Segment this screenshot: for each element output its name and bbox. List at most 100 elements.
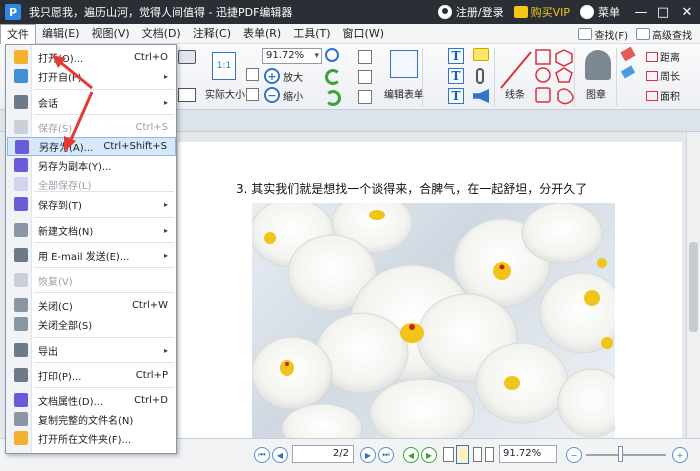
window-title: 我只愿我，遍历山河，觉得人间值得 - 迅捷PDF编辑器 bbox=[29, 6, 293, 19]
first-page-button[interactable]: ⏮ bbox=[254, 447, 270, 463]
prev-page-button[interactable]: ◀ bbox=[272, 447, 288, 463]
menu-separator bbox=[34, 337, 174, 338]
page-number-input[interactable]: 2/2 bbox=[292, 445, 354, 463]
menu-edit[interactable]: 编辑(E) bbox=[36, 24, 86, 44]
file-menu-item-save-to[interactable]: 保存到(T) ▸ bbox=[7, 195, 176, 214]
rotate-right-icon[interactable] bbox=[325, 90, 341, 106]
file-menu-item-send-email[interactable]: 用 E-mail 发送(E)... ▸ bbox=[7, 246, 176, 265]
minimize-button[interactable]: — bbox=[630, 0, 652, 24]
file-menu-item-open-from[interactable]: 打开自(F) ▸ bbox=[7, 67, 176, 86]
menu-form[interactable]: 表单(R) bbox=[237, 24, 287, 44]
scrollbar-thumb[interactable] bbox=[689, 242, 698, 332]
menu-window[interactable]: 窗口(W) bbox=[337, 24, 390, 44]
file-menu-item-session[interactable]: 会话 ▸ bbox=[7, 93, 176, 112]
maximize-button[interactable]: □ bbox=[652, 0, 674, 24]
menu-document[interactable]: 文档(D) bbox=[136, 24, 187, 44]
close-button[interactable]: ✕ bbox=[674, 0, 700, 24]
snapshot-icon[interactable] bbox=[178, 50, 196, 64]
zoom-slider-track[interactable] bbox=[586, 454, 666, 456]
status-zoom-select[interactable]: 91.72% bbox=[499, 445, 557, 463]
shapes-palette[interactable] bbox=[534, 48, 584, 106]
menu-separator bbox=[34, 114, 174, 115]
callout-icon[interactable]: T bbox=[448, 88, 464, 104]
buy-vip-link[interactable]: 购买VIP bbox=[531, 4, 570, 20]
add-page-icon[interactable] bbox=[358, 50, 372, 64]
file-menu-item-shortcut: Ctrl+O bbox=[133, 52, 168, 63]
back-button[interactable]: ◀ bbox=[403, 447, 419, 463]
textbox-icon[interactable]: T bbox=[448, 68, 464, 84]
file-menu-item-label: 会话 bbox=[38, 99, 58, 110]
zoom-slider-thumb[interactable] bbox=[618, 446, 623, 462]
zoom-in-button[interactable]: + 放大 bbox=[264, 68, 303, 84]
file-menu-item-export[interactable]: 导出 ▸ bbox=[7, 341, 176, 360]
status-zoom-out-button[interactable]: − bbox=[566, 447, 582, 463]
distance-label: 距离 bbox=[660, 53, 680, 64]
attachment-icon[interactable] bbox=[476, 68, 484, 84]
zoom-in-label: 放大 bbox=[283, 72, 303, 84]
zoom-select[interactable]: 91.72% bbox=[262, 48, 322, 64]
zoom-out-button[interactable]: − 缩小 bbox=[264, 87, 303, 103]
file-menu-item-open[interactable]: 打开(O)... Ctrl+O bbox=[7, 48, 176, 67]
select-text-icon[interactable] bbox=[178, 88, 196, 102]
edit-form-label[interactable]: 编辑表单 bbox=[384, 86, 424, 101]
sound-icon[interactable] bbox=[473, 89, 489, 103]
typewriter-icon[interactable]: T bbox=[448, 48, 464, 64]
perimeter-icon bbox=[646, 70, 658, 81]
facing-page-icon[interactable] bbox=[473, 447, 482, 462]
stamp-label[interactable]: 图章 bbox=[586, 86, 606, 101]
file-menu-item-label: 用 E-mail 发送(E)... bbox=[38, 252, 130, 263]
menu-view[interactable]: 视图(V) bbox=[86, 24, 136, 44]
eraser-icon[interactable] bbox=[620, 46, 636, 62]
distance-button[interactable]: 距离 bbox=[646, 49, 680, 64]
vip-cart-icon[interactable] bbox=[513, 6, 528, 18]
line-tool-icon[interactable] bbox=[499, 50, 533, 90]
vertical-scrollbar[interactable] bbox=[686, 132, 700, 438]
file-menu-item-label: 打开(O)... bbox=[38, 54, 84, 65]
file-menu-item-close[interactable]: 关闭(C) Ctrl+W bbox=[7, 296, 176, 315]
edit-form-icon[interactable] bbox=[390, 50, 418, 78]
fit-width-icon[interactable] bbox=[246, 88, 259, 101]
stamp-icon[interactable] bbox=[585, 50, 611, 80]
facing-continuous-icon[interactable] bbox=[485, 447, 494, 462]
file-menu-item-save-as-copy[interactable]: 另存为副本(Y)... bbox=[7, 156, 176, 175]
login-link[interactable]: 注册/登录 bbox=[456, 4, 504, 20]
menu-icon[interactable] bbox=[580, 5, 594, 19]
perimeter-label: 周长 bbox=[660, 72, 680, 83]
single-page-icon[interactable] bbox=[443, 447, 454, 462]
forward-button[interactable]: ▶ bbox=[421, 447, 437, 463]
file-menu-item-new-document[interactable]: 新建文档(N) ▸ bbox=[7, 221, 176, 240]
file-menu-item-close-all[interactable]: 关闭全部(S) bbox=[7, 315, 176, 334]
advanced-search-icon bbox=[636, 28, 650, 40]
actual-size-label[interactable]: 实际大小 bbox=[205, 86, 245, 101]
lines-label[interactable]: 线条 bbox=[505, 86, 525, 101]
next-page-button[interactable]: ▶ bbox=[360, 447, 376, 463]
restore-icon bbox=[14, 273, 28, 287]
file-menu-item-save-as[interactable]: 另存为(A)... Ctrl+Shift+S bbox=[7, 137, 176, 156]
zoom-tool-icon[interactable] bbox=[325, 48, 339, 62]
search-button[interactable]: 查找(F) bbox=[578, 27, 628, 42]
menu-comment[interactable]: 注释(C) bbox=[187, 24, 237, 44]
continuous-page-icon[interactable] bbox=[456, 445, 469, 464]
delete-page-icon[interactable] bbox=[358, 90, 372, 104]
highlighter-icon[interactable] bbox=[620, 65, 636, 79]
file-menu-item-document-properties[interactable]: 文档属性(D)... Ctrl+D bbox=[7, 391, 176, 410]
distance-icon bbox=[646, 51, 658, 62]
advanced-search-button[interactable]: 高级查找 bbox=[636, 27, 692, 42]
actual-size-icon[interactable]: 1:1 bbox=[212, 52, 236, 80]
rotate-left-icon[interactable] bbox=[325, 69, 341, 85]
status-zoom-in-button[interactable]: + bbox=[672, 447, 688, 463]
file-menu-item-open-containing-folder[interactable]: 打开所在文件夹(F)... bbox=[7, 429, 176, 448]
note-icon[interactable] bbox=[473, 48, 489, 61]
file-menu-item-copy-full-filename[interactable]: 复制完整的文件名(N) bbox=[7, 410, 176, 429]
extract-page-icon[interactable] bbox=[358, 70, 372, 84]
area-button[interactable]: 面积 bbox=[646, 88, 680, 103]
file-menu-item-print[interactable]: 打印(P)... Ctrl+P bbox=[7, 366, 176, 385]
perimeter-button[interactable]: 周长 bbox=[646, 68, 680, 83]
user-icon[interactable] bbox=[437, 5, 452, 19]
title-bar: P 我只愿我，遍历山河，觉得人间值得 - 迅捷PDF编辑器 注册/登录 购买VI… bbox=[0, 0, 700, 24]
menu-file[interactable]: 文件 bbox=[0, 23, 36, 44]
menu-tools[interactable]: 工具(T) bbox=[287, 24, 336, 44]
fit-page-icon[interactable] bbox=[246, 68, 259, 81]
menu-link[interactable]: 菜单 bbox=[598, 4, 620, 20]
last-page-button[interactable]: ⏭ bbox=[378, 447, 394, 463]
